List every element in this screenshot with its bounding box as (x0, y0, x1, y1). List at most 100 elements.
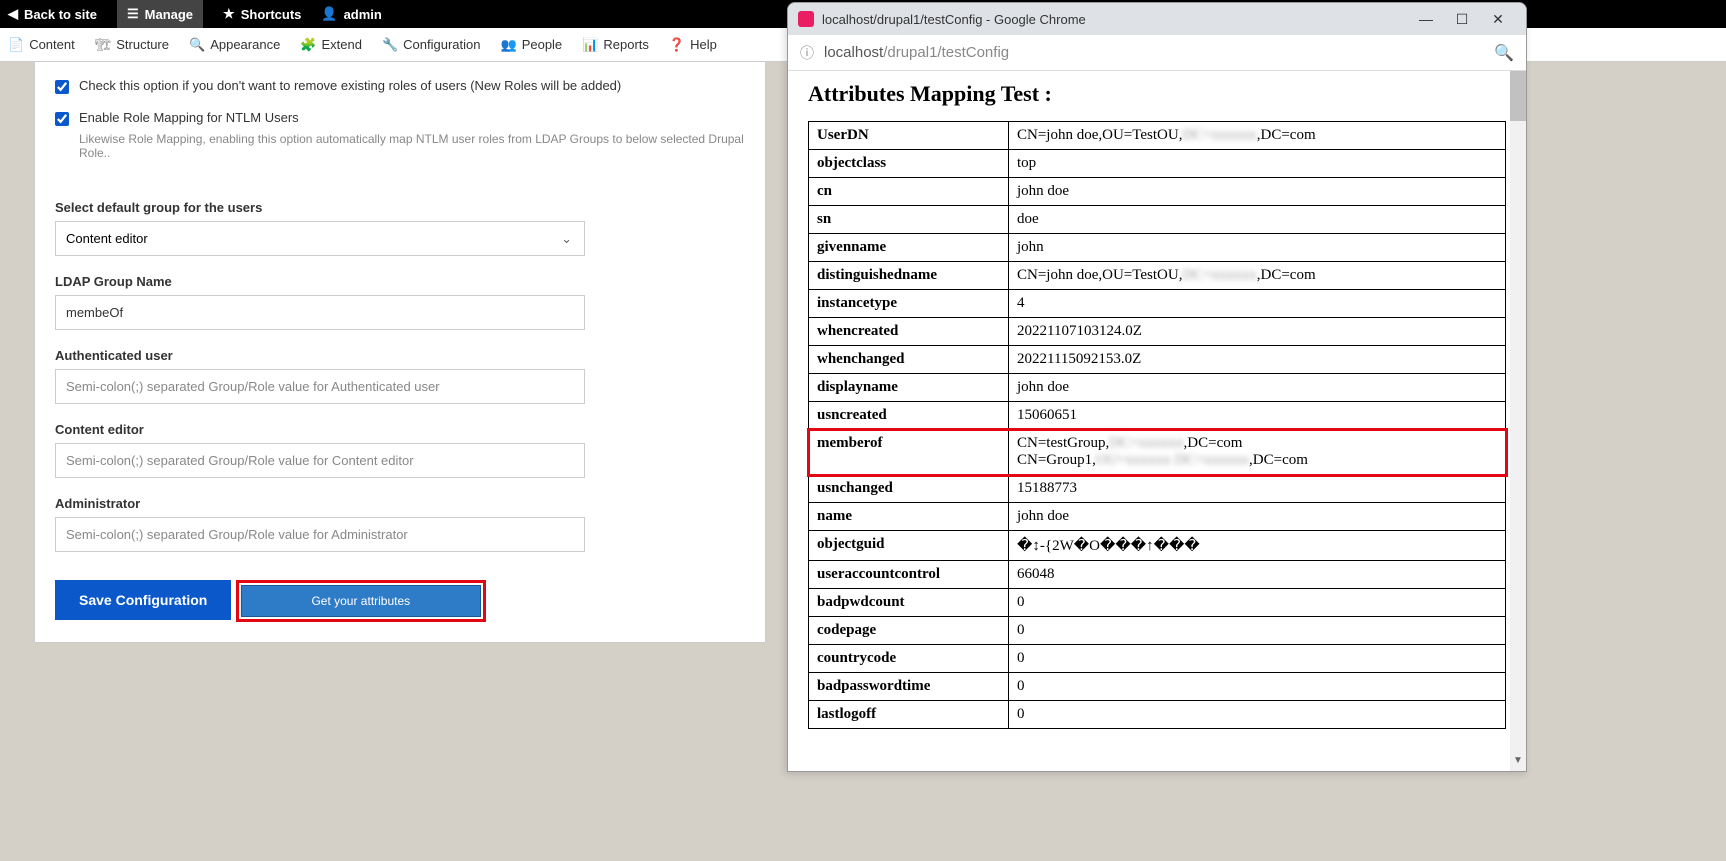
chrome-titlebar[interactable]: localhost/drupal1/testConfig - Google Ch… (788, 3, 1526, 35)
auth-user-label: Authenticated user (55, 348, 745, 363)
manage-link[interactable]: ☰ Manage (117, 0, 203, 28)
ldap-group-label: LDAP Group Name (55, 274, 745, 289)
attr-value: top (1009, 150, 1506, 178)
table-row: distinguishednameCN=john doe,OU=TestOU,D… (809, 262, 1506, 290)
attr-value: 15060651 (1009, 402, 1506, 430)
tab-content[interactable]: 📄Content (8, 37, 75, 53)
attr-value: doe (1009, 206, 1506, 234)
admin-user-link[interactable]: 👤 admin (321, 6, 381, 22)
user-icon: 👤 (321, 6, 337, 22)
checkbox-ntlm-label: Enable Role Mapping for NTLM Users (79, 110, 299, 125)
star-icon: ★ (223, 6, 235, 22)
checkbox-keep-roles-input[interactable] (55, 80, 69, 94)
chrome-favicon (798, 11, 814, 27)
attr-value: 15188773 (1009, 475, 1506, 503)
back-to-site-link[interactable]: ◀ Back to site (8, 6, 97, 22)
checkbox-ntlm[interactable]: Enable Role Mapping for NTLM Users (55, 110, 745, 126)
attr-value: 0 (1009, 589, 1506, 617)
attr-key: distinguishedname (809, 262, 1009, 290)
tab-appearance[interactable]: 🔍Appearance (189, 37, 280, 53)
checkbox-ntlm-sub: Likewise Role Mapping, enabling this opt… (79, 132, 745, 160)
url-text: localhost/drupal1/testConfig (824, 44, 1494, 61)
table-row: badpwdcount0 (809, 589, 1506, 617)
attr-key: badpasswordtime (809, 673, 1009, 701)
close-button[interactable]: ✕ (1480, 11, 1516, 28)
default-group-select[interactable]: Content editor ⌄ (55, 221, 585, 256)
attr-value: 20221107103124.0Z (1009, 318, 1506, 346)
attr-key: badpwdcount (809, 589, 1009, 617)
file-icon: 📄 (8, 37, 24, 53)
auth-user-input[interactable] (55, 369, 585, 404)
chevron-down-icon: ⌄ (561, 231, 572, 247)
vertical-scrollbar[interactable]: ▼ (1510, 71, 1526, 771)
table-row: usnchanged15188773 (809, 475, 1506, 503)
config-icon: 🔧 (382, 37, 398, 53)
attr-key: whenchanged (809, 346, 1009, 374)
chrome-content: Attributes Mapping Test : UserDNCN=john … (788, 71, 1526, 771)
tab-help[interactable]: ❓Help (669, 37, 717, 53)
back-label: Back to site (24, 7, 97, 22)
attr-value: 0 (1009, 673, 1506, 701)
attr-key: givenname (809, 234, 1009, 262)
tab-configuration[interactable]: 🔧Configuration (382, 37, 481, 53)
attr-value: CN=testGroup,DC=xxxxxx,DC=comCN=Group1,O… (1009, 430, 1506, 475)
minimize-button[interactable]: — (1408, 11, 1444, 27)
attr-key: lastlogoff (809, 701, 1009, 729)
attr-key: instancetype (809, 290, 1009, 318)
appearance-icon: 🔍 (189, 37, 205, 53)
reports-icon: 📊 (582, 37, 598, 53)
info-icon[interactable]: ⓘ (800, 43, 814, 63)
attributes-table: UserDNCN=john doe,OU=TestOU,DC=xxxxxx,DC… (808, 121, 1506, 729)
attr-value: 4 (1009, 290, 1506, 318)
attr-value: 66048 (1009, 561, 1506, 589)
chrome-title: localhost/drupal1/testConfig - Google Ch… (822, 12, 1408, 27)
tab-people[interactable]: 👥People (501, 37, 563, 53)
admin-label: admin (344, 7, 382, 22)
attr-key: name (809, 503, 1009, 531)
checkbox-ntlm-input[interactable] (55, 112, 69, 126)
tab-structure[interactable]: 🏗Structure (95, 37, 169, 53)
scrollbar-down-arrow[interactable]: ▼ (1510, 755, 1526, 771)
table-row: useraccountcontrol66048 (809, 561, 1506, 589)
table-row: displaynamejohn doe (809, 374, 1506, 402)
people-icon: 👥 (501, 37, 517, 53)
shortcuts-link[interactable]: ★ Shortcuts (223, 6, 301, 22)
scrollbar-thumb[interactable] (1510, 71, 1526, 121)
manage-label: Manage (145, 7, 193, 22)
checkbox-keep-roles[interactable]: Check this option if you don't want to r… (55, 78, 745, 94)
back-icon: ◀ (8, 6, 18, 22)
chrome-address-bar[interactable]: ⓘ localhost/drupal1/testConfig 🔍 (788, 35, 1526, 71)
admin-label: Administrator (55, 496, 745, 511)
table-row: givennamejohn (809, 234, 1506, 262)
attr-key: useraccountcontrol (809, 561, 1009, 589)
content-editor-input[interactable] (55, 443, 585, 478)
attr-value: 0 (1009, 701, 1506, 729)
table-row: badpasswordtime0 (809, 673, 1506, 701)
table-row: whencreated20221107103124.0Z (809, 318, 1506, 346)
tab-reports[interactable]: 📊Reports (582, 37, 649, 53)
save-config-button[interactable]: Save Configuration (55, 580, 231, 620)
default-group-label: Select default group for the users (55, 200, 745, 215)
extend-icon: 🧩 (300, 37, 316, 53)
page-heading: Attributes Mapping Test : (808, 81, 1506, 107)
admin-input[interactable] (55, 517, 585, 552)
default-group-value: Content editor (66, 231, 148, 246)
attr-value: john doe (1009, 178, 1506, 206)
table-row: countrycode0 (809, 645, 1506, 673)
attr-value: john (1009, 234, 1506, 262)
attr-key: countrycode (809, 645, 1009, 673)
table-row: cnjohn doe (809, 178, 1506, 206)
tab-extend[interactable]: 🧩Extend (300, 37, 362, 53)
table-row: objectguid�↕-{2W�O���↑��� (809, 531, 1506, 561)
table-row: codepage0 (809, 617, 1506, 645)
attr-key: objectguid (809, 531, 1009, 561)
form-card: Check this option if you don't want to r… (34, 62, 766, 643)
chrome-window: localhost/drupal1/testConfig - Google Ch… (787, 2, 1527, 772)
table-row: UserDNCN=john doe,OU=TestOU,DC=xxxxxx,DC… (809, 122, 1506, 150)
menu-icon: ☰ (127, 6, 139, 22)
search-icon[interactable]: 🔍 (1494, 43, 1514, 63)
ldap-group-input[interactable] (55, 295, 585, 330)
maximize-button[interactable]: ☐ (1444, 11, 1480, 28)
table-row: lastlogoff0 (809, 701, 1506, 729)
get-attributes-button[interactable]: Get your attributes (241, 585, 481, 617)
